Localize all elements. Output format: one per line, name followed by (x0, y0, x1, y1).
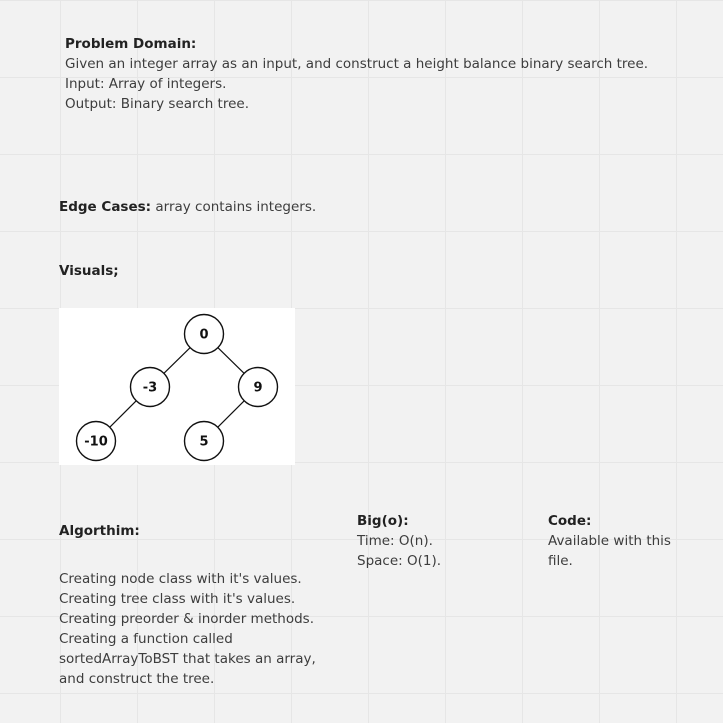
visuals-label: Visuals; (59, 263, 119, 279)
tree-node: -3 (129, 366, 171, 408)
tree-node: -10 (75, 420, 117, 462)
tree-node: 5 (183, 420, 225, 462)
algorithm-steps: Creating node class with it's values. Cr… (59, 569, 316, 689)
tree-node-label: 5 (199, 435, 208, 450)
tree-node: 0 (183, 313, 225, 355)
algorithm-step: and construct the tree. (59, 671, 215, 687)
edge-cases-label: Edge Cases: (59, 199, 152, 215)
algorithm-title: Algorthim: (59, 523, 140, 539)
problem-input: Input: Array of integers. (65, 76, 227, 92)
algorithm-step: Creating node class with it's values. (59, 571, 302, 587)
time-complexity: Time: O(n). (357, 533, 433, 549)
tree-node-label: -10 (84, 435, 108, 450)
algorithm-step: Creating preorder & inorder methods. (59, 611, 315, 627)
tree-edge-n0-n9 (217, 347, 245, 374)
algorithm-step: sortedArrayToBST that takes an array, (59, 651, 316, 667)
space-complexity: Space: O(1). (357, 553, 442, 569)
problem-description: Given an integer array as an input, and … (65, 56, 649, 72)
code-note: file. (548, 553, 573, 569)
algorithm-step: Creating a function called (59, 631, 233, 647)
code-title: Code: (548, 513, 592, 529)
tree-node: 9 (237, 366, 279, 408)
tree-diagram: 0 -3 9 -10 5 (59, 308, 295, 465)
edge-cases-section: Edge Cases: array contains integers. (59, 197, 316, 217)
tree-node-label: -3 (143, 381, 157, 396)
tree-edge-n-3-n-10 (109, 400, 137, 428)
edge-cases-text: array contains integers. (155, 199, 317, 215)
problem-output: Output: Binary search tree. (65, 96, 249, 112)
tree-node-label: 0 (199, 328, 208, 343)
algorithm-step: Creating tree class with it's values. (59, 591, 296, 607)
tree-svg: 0 -3 9 -10 5 (75, 313, 279, 462)
big-o-title: Big(o): (357, 513, 409, 529)
problem-domain-section: Problem Domain: Given an integer array a… (65, 34, 648, 114)
big-o-section: Big(o): Time: O(n). Space: O(1). (357, 511, 441, 571)
code-section: Code: Available with this file. (548, 511, 671, 571)
problem-domain-title: Problem Domain: (65, 36, 197, 52)
tree-edge-n0-n-3 (163, 347, 191, 374)
tree-edge-n9-n5 (217, 400, 245, 428)
tree-node-label: 9 (253, 381, 262, 396)
code-note: Available with this (548, 533, 671, 549)
